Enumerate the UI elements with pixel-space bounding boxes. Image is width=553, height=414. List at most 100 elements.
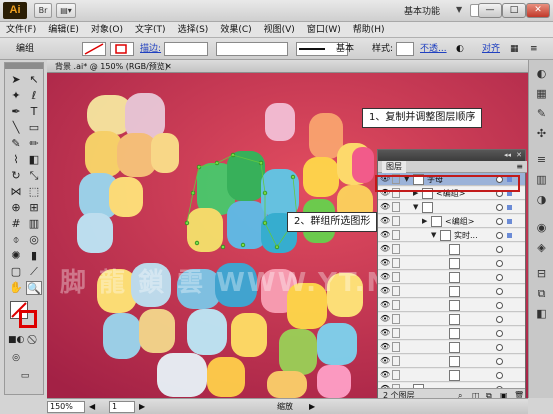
eyedropper-tool-icon[interactable]: ⌽ xyxy=(8,233,24,247)
rotate-tool-icon[interactable]: ↻ xyxy=(8,169,24,183)
menu-file[interactable]: 文件(F) xyxy=(0,22,42,37)
color-panel-icon[interactable]: ◐ xyxy=(533,66,550,82)
pathfinder-panel-icon[interactable]: ⧉ xyxy=(533,286,550,302)
close-panel-icon[interactable]: ✕ xyxy=(516,150,522,161)
collapse-icon[interactable]: ◂◂ xyxy=(504,150,511,161)
symbol-sprayer-tool-icon[interactable]: ✺ xyxy=(8,249,24,263)
first-artboard-icon[interactable]: ◀ xyxy=(89,401,95,413)
layer-row[interactable]: 👁 xyxy=(378,243,525,256)
menu-edit[interactable]: 编辑(E) xyxy=(42,22,85,37)
target-circle-icon[interactable] xyxy=(496,302,503,309)
rectangle-tool-icon[interactable]: ▭ xyxy=(26,121,42,135)
lock-toggle[interactable] xyxy=(392,202,400,212)
type-tool-icon[interactable]: T xyxy=(26,105,42,119)
recolor-icon[interactable]: ◐ xyxy=(456,42,464,56)
target-circle-icon[interactable] xyxy=(496,330,503,337)
target-circle-icon[interactable] xyxy=(496,316,503,323)
visibility-eye-icon[interactable]: 👁 xyxy=(380,370,390,380)
target-circle-icon[interactable] xyxy=(496,372,503,379)
maximize-button[interactable]: □ xyxy=(502,3,526,18)
menu-select[interactable]: 选择(S) xyxy=(172,22,215,37)
screen-mode-icon[interactable]: ▭ xyxy=(17,369,33,383)
layer-row[interactable]: 👁 xyxy=(378,285,525,298)
panel-menu-icon[interactable]: ≡ xyxy=(516,161,523,173)
graphic-style-swatch[interactable] xyxy=(396,42,414,56)
lock-toggle[interactable] xyxy=(392,216,400,226)
target-circle-icon[interactable] xyxy=(496,274,503,281)
selection-indicator[interactable] xyxy=(507,205,512,210)
lasso-tool-icon[interactable]: ℓ xyxy=(26,89,42,103)
visibility-eye-icon[interactable]: 👁 xyxy=(380,356,390,366)
lock-toggle[interactable] xyxy=(392,314,400,324)
stroke-weight-field[interactable] xyxy=(164,42,208,56)
visibility-eye-icon[interactable]: 👁 xyxy=(380,272,390,282)
collapsed-arrow-icon[interactable]: ▶ xyxy=(422,215,427,228)
lock-toggle[interactable] xyxy=(392,328,400,338)
stroke-box[interactable] xyxy=(19,310,37,328)
lock-toggle[interactable] xyxy=(392,244,400,254)
visibility-eye-icon[interactable]: 👁 xyxy=(380,328,390,338)
layer-row[interactable]: 👁 ▶ <编组> xyxy=(378,215,525,228)
draw-mode-icon[interactable]: ◎ xyxy=(8,351,24,365)
menu-type[interactable]: 文字(T) xyxy=(129,22,172,37)
visibility-eye-icon[interactable]: 👁 xyxy=(380,230,390,240)
menu-view[interactable]: 视图(V) xyxy=(258,22,301,37)
visibility-eye-icon[interactable]: 👁 xyxy=(380,342,390,352)
color-mode-icon[interactable]: ■◐ xyxy=(8,333,24,347)
layer-row[interactable]: 👁 xyxy=(378,327,525,340)
visibility-eye-icon[interactable]: 👁 xyxy=(380,300,390,310)
width-tool-icon[interactable]: ⋈ xyxy=(8,185,24,199)
stroke-swatch[interactable] xyxy=(110,42,134,56)
bridge-button[interactable]: Br xyxy=(34,3,52,18)
blend-tool-icon[interactable]: ◎ xyxy=(26,233,42,247)
expanded-arrow-icon[interactable]: ▼ xyxy=(431,229,436,242)
next-artboard-icon[interactable]: ▶ xyxy=(139,401,145,413)
graphic-styles-panel-icon[interactable]: ◈ xyxy=(533,240,550,256)
opacity-link[interactable]: 不透... xyxy=(420,42,447,56)
align-link[interactable]: 对齐 xyxy=(482,42,500,56)
eraser-tool-icon[interactable]: ◧ xyxy=(26,153,42,167)
zoom-tool-icon[interactable]: 🔍 xyxy=(26,281,42,295)
gradient-panel-icon[interactable]: ▥ xyxy=(533,172,550,188)
menu-window[interactable]: 窗口(W) xyxy=(301,22,347,37)
layer-row[interactable]: 👁 xyxy=(378,369,525,382)
brushes-panel-icon[interactable]: ✎ xyxy=(533,106,550,122)
selection-indicator[interactable] xyxy=(507,233,512,238)
stroke-label[interactable]: 描边: xyxy=(140,42,161,56)
menu-object[interactable]: 对象(O) xyxy=(85,22,129,37)
column-graph-tool-icon[interactable]: ▮ xyxy=(26,249,42,263)
status-menu-icon[interactable]: ▶ xyxy=(309,401,315,413)
lock-toggle[interactable] xyxy=(392,230,400,240)
menu-help[interactable]: 帮助(H) xyxy=(347,22,391,37)
lock-toggle[interactable] xyxy=(392,272,400,282)
target-circle-icon[interactable] xyxy=(496,260,503,267)
fill-swatch[interactable] xyxy=(82,42,106,56)
hand-tool-icon[interactable]: ✋ xyxy=(8,281,24,295)
artboard-number-field[interactable]: 1 xyxy=(109,401,135,413)
magic-wand-tool-icon[interactable]: ✦ xyxy=(8,89,24,103)
target-circle-icon[interactable] xyxy=(496,358,503,365)
direct-selection-tool-icon[interactable]: ↖ xyxy=(26,73,42,87)
perspective-grid-tool-icon[interactable]: ⊞ xyxy=(26,201,42,215)
layer-row[interactable]: 👁 ▼ xyxy=(378,201,525,214)
target-circle-icon[interactable] xyxy=(496,246,503,253)
layer-row[interactable]: 👁 xyxy=(378,341,525,354)
gradient-tool-icon[interactable]: ▥ xyxy=(26,217,42,231)
align-panel-icon[interactable]: ⊟ xyxy=(533,266,550,282)
stroke-panel-icon[interactable]: ≡ xyxy=(533,152,550,168)
transparency-panel-icon[interactable]: ◑ xyxy=(533,192,550,208)
lock-toggle[interactable] xyxy=(392,370,400,380)
menu-effect[interactable]: 效果(C) xyxy=(214,22,257,37)
none-mode-icon[interactable]: ⃠ xyxy=(26,333,42,347)
mesh-tool-icon[interactable]: # xyxy=(8,217,24,231)
free-transform-tool-icon[interactable]: ⬚ xyxy=(26,185,42,199)
close-button[interactable]: ✕ xyxy=(526,3,550,18)
document-tab[interactable]: 背景 .ai* @ 150% (RGB/预览) ✕ xyxy=(47,60,535,73)
layer-row[interactable]: 👁 xyxy=(378,257,525,270)
visibility-eye-icon[interactable]: 👁 xyxy=(380,286,390,296)
chevron-down-icon[interactable]: ▼ xyxy=(456,5,462,14)
layer-row[interactable]: 👁 xyxy=(378,355,525,368)
pencil-tool-icon[interactable]: ✏ xyxy=(26,137,42,151)
lock-toggle[interactable] xyxy=(392,258,400,268)
lock-toggle[interactable] xyxy=(392,356,400,366)
